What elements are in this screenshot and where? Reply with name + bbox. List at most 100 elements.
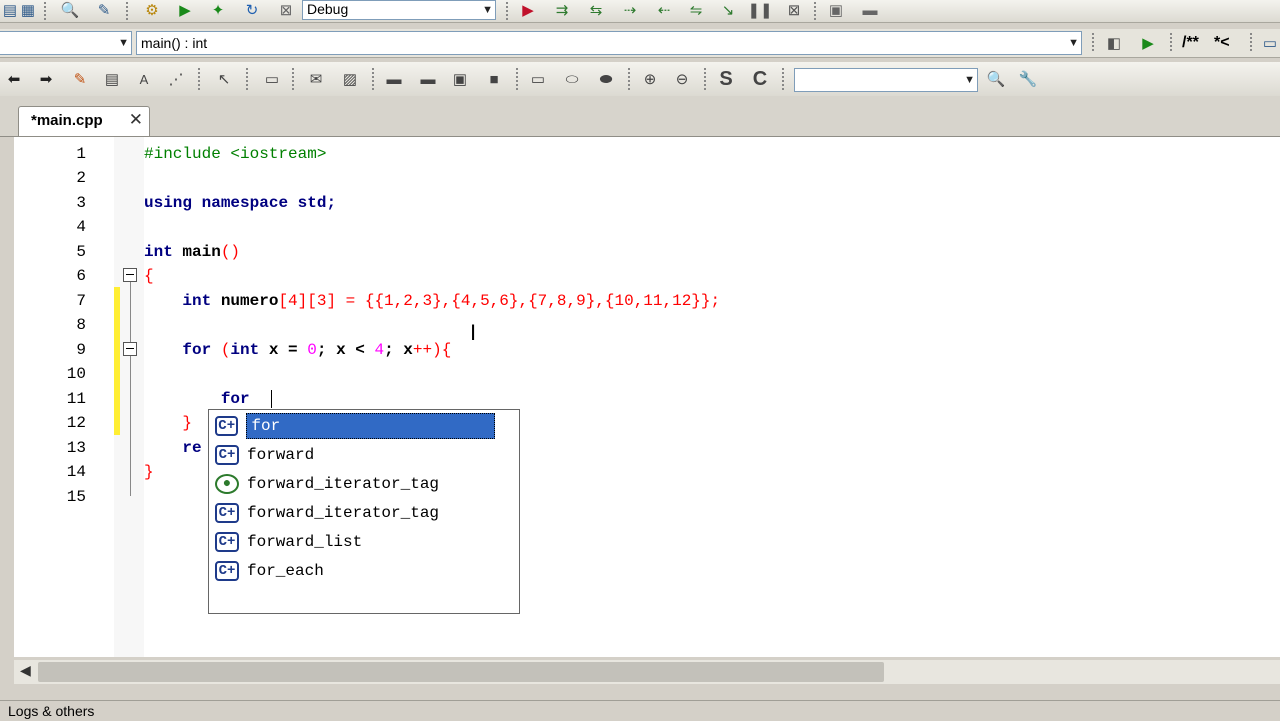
scope-select[interactable]: ▼: [0, 31, 132, 55]
step-out-icon[interactable]: ⇠: [654, 0, 674, 20]
highlight-icon[interactable]: ✎: [70, 69, 90, 89]
autocomplete-popup[interactable]: C+ for C+ forward ● forward_iterator_tag…: [208, 409, 520, 614]
build-gear-icon[interactable]: ⚙: [142, 0, 162, 20]
function-select[interactable]: main() : int ▼: [136, 31, 1082, 55]
cpp-icon: C+: [215, 416, 239, 436]
code-line-13: re: [182, 439, 202, 457]
line-number: 7: [76, 292, 86, 310]
panel-icon[interactable]: ▭: [1260, 33, 1280, 53]
various-info-icon[interactable]: ▬: [860, 0, 880, 20]
line-number: 13: [66, 439, 86, 457]
next-line-icon[interactable]: ⇆: [586, 0, 606, 20]
autocomplete-item[interactable]: C+ forward_list: [215, 529, 495, 555]
line-number: 5: [76, 243, 86, 261]
doc-icon[interactable]: ▨: [340, 69, 360, 89]
autocomplete-item[interactable]: C+ forward_iterator_tag: [215, 500, 495, 526]
next-instruction-icon[interactable]: ⇋: [686, 0, 706, 20]
chevron-down-icon: ▼: [118, 37, 129, 49]
rebuild-icon[interactable]: ↻: [242, 0, 262, 20]
line-number: 1: [76, 145, 86, 163]
run-to-cursor-icon[interactable]: ⇉: [552, 0, 572, 20]
tab-main-cpp[interactable]: *main.cpp ✕: [18, 106, 150, 136]
editor-tab-bar: *main.cpp ✕: [0, 96, 1280, 137]
tab-label: *main.cpp: [31, 112, 103, 129]
text-format-icon[interactable]: A: [134, 69, 154, 89]
autocomplete-item[interactable]: ● forward_iterator_tag: [215, 471, 495, 497]
scroll-left-icon[interactable]: ◀: [20, 662, 31, 679]
search-input[interactable]: ▼: [794, 68, 978, 92]
find-icon[interactable]: 🔍: [60, 0, 80, 20]
step-instruction-icon[interactable]: ↘: [718, 0, 738, 20]
stop-debug-icon[interactable]: ⊠: [784, 0, 804, 20]
scrollbar-thumb[interactable]: [38, 662, 884, 682]
chevron-down-icon: ▼: [482, 4, 493, 16]
text-cursor: [271, 390, 272, 408]
jump-forward-icon[interactable]: ▶: [1138, 33, 1158, 53]
block-b-icon[interactable]: ▬: [418, 69, 438, 89]
line-number: 12: [66, 414, 86, 432]
logs-panel-header[interactable]: Logs & others: [0, 700, 1280, 721]
back-arrow-icon[interactable]: ⬅: [4, 69, 24, 89]
block-c-icon[interactable]: ▣: [450, 69, 470, 89]
doxy-block-comment-button[interactable]: /**: [1182, 34, 1199, 52]
select-block-icon[interactable]: ▤: [102, 69, 122, 89]
replace-icon[interactable]: ✎: [94, 0, 114, 20]
horizontal-scrollbar[interactable]: ◀: [14, 660, 1280, 684]
zoom-in-icon[interactable]: ⊕: [640, 69, 660, 89]
logs-panel-label: Logs & others: [8, 703, 95, 719]
forward-arrow-icon[interactable]: ➡: [36, 69, 56, 89]
shape-a-icon[interactable]: ▭: [528, 69, 548, 89]
shape-b-icon[interactable]: ⬭: [562, 69, 582, 89]
class-icon: ●: [215, 474, 239, 494]
line-number: 3: [76, 194, 86, 212]
step-into-icon[interactable]: ⇢: [620, 0, 640, 20]
code-editor[interactable]: 1 2 3 4 5 6 7 8 9 10 11 12 13 14 15 #inc…: [14, 137, 1280, 657]
build-and-run-icon[interactable]: ✦: [208, 0, 228, 20]
pause-icon[interactable]: ❚❚: [747, 0, 772, 20]
autocomplete-item[interactable]: C+ for_each: [215, 558, 495, 584]
s-icon[interactable]: S: [716, 68, 736, 90]
fold-toggle-for[interactable]: [123, 342, 137, 356]
code-line-14: }: [144, 463, 154, 481]
block-d-icon[interactable]: ■: [484, 69, 504, 89]
envelope-icon[interactable]: ✉: [306, 69, 326, 89]
wrench-icon[interactable]: 🔧: [1018, 69, 1038, 89]
c-icon[interactable]: C: [750, 68, 770, 90]
line-number: 9: [76, 341, 86, 359]
debug-windows-icon[interactable]: ▣: [826, 0, 846, 20]
jump-back-icon[interactable]: ◧: [1104, 33, 1124, 53]
line-number: 8: [76, 316, 86, 334]
debug-start-icon[interactable]: ▶: [518, 0, 538, 20]
line-number: 10: [66, 365, 86, 383]
close-icon[interactable]: ✕: [129, 110, 143, 130]
doxy-line-comment-button[interactable]: *<: [1214, 34, 1230, 52]
autocomplete-item[interactable]: C+ for: [215, 413, 495, 439]
shape-c-icon[interactable]: ⬬: [596, 69, 616, 89]
line-number: 6: [76, 267, 86, 285]
cpp-icon: C+: [215, 445, 239, 465]
toolbar-editor: ⬅ ➡ ✎ ▤ A ⋰ ↖ ▭ ✉ ▨ ▬ ▬ ▣ ■ ▭ ⬭ ⬬ ⊕ ⊖ S …: [0, 62, 1280, 97]
fold-toggle-main[interactable]: [123, 268, 137, 282]
search-icon[interactable]: 🔍: [986, 69, 1006, 89]
block-a-icon[interactable]: ▬: [384, 69, 404, 89]
mouse-ibeam-icon: I: [470, 320, 476, 345]
line-number: 4: [76, 218, 86, 236]
abort-icon[interactable]: ⊠: [276, 0, 296, 20]
code-line-1: #include <iostream>: [144, 145, 327, 163]
rectangle-icon[interactable]: ▭: [262, 69, 282, 89]
code-line-11: for: [220, 390, 250, 408]
cpp-icon: C+: [215, 561, 239, 581]
new-file-icon[interactable]: ▤: [0, 0, 20, 20]
line-number: 15: [66, 488, 86, 506]
run-icon[interactable]: ▶: [175, 0, 195, 20]
code-line-6: {: [144, 267, 154, 285]
autocomplete-item[interactable]: C+ forward: [215, 442, 495, 468]
code-line-5: int main(): [144, 243, 241, 261]
open-file-icon[interactable]: ▦: [18, 0, 38, 20]
cpp-icon: C+: [215, 503, 239, 523]
zoom-out-icon[interactable]: ⊖: [672, 69, 692, 89]
build-target-select[interactable]: Debug ▼: [302, 0, 496, 20]
pattern-icon[interactable]: ⋰: [166, 69, 186, 89]
pointer-icon[interactable]: ↖: [214, 69, 234, 89]
code-line-12: }: [182, 414, 193, 432]
